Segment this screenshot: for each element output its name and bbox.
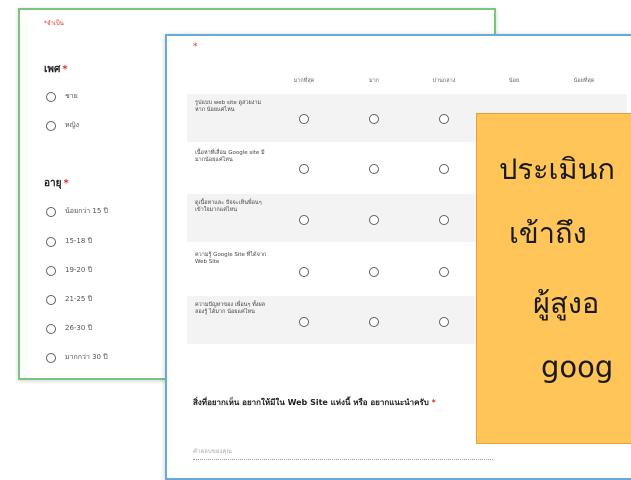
rating-radio[interactable]: [369, 114, 379, 124]
age-option-4[interactable]: 21-25 ปี: [46, 294, 92, 305]
age-option-6[interactable]: มากกว่า 30 ปี: [46, 352, 108, 363]
rating-radio[interactable]: [439, 267, 449, 277]
rating-radio[interactable]: [299, 164, 309, 174]
grid-row-label: เนื้อหาที่เสื่อม Google site มี มากน้อยแ…: [195, 150, 265, 163]
radio-icon[interactable]: [46, 265, 56, 276]
column-header: ปานกลาง: [432, 78, 456, 84]
rating-radio[interactable]: [439, 164, 449, 174]
radio-icon[interactable]: [46, 294, 56, 305]
rating-radio[interactable]: [299, 267, 309, 277]
age-label: อายุ *: [44, 178, 69, 189]
overlay-line-2: เข้าถึง: [509, 216, 587, 250]
rating-radio[interactable]: [369, 267, 379, 277]
age-option-2[interactable]: 15-18 ปี: [46, 236, 92, 247]
gender-option-male[interactable]: ชาย: [46, 91, 78, 102]
grid-row-label: ดูเนื้อหาและ ปัจจะเห็นพื่อนๆ เข้าใจมากแค…: [195, 200, 262, 213]
rating-radio[interactable]: [369, 317, 379, 327]
rating-radio[interactable]: [299, 114, 309, 124]
gender-option-female[interactable]: หญิง: [46, 120, 79, 131]
required-mark: *: [193, 42, 198, 52]
grid-row-label: ความปัญหาของ เพื่อนๆ ทั้งผลลองรู้ ได้มาก…: [195, 302, 266, 315]
rating-radio[interactable]: [299, 317, 309, 327]
title-overlay: ประเมินก เข้าถึง ผู้สูงอ goog: [476, 113, 631, 444]
gender-label: เพศ *: [44, 64, 68, 75]
radio-icon[interactable]: [46, 120, 56, 131]
column-header: มากที่สุด: [293, 78, 315, 84]
grid-row-label: ความรู้ Google Site ที่ได้จาก Web Site: [195, 252, 267, 265]
rating-radio[interactable]: [299, 215, 309, 225]
column-header: มาก: [368, 78, 380, 84]
column-header: น้อย: [508, 78, 520, 84]
radio-icon[interactable]: [46, 206, 56, 217]
rating-radio[interactable]: [369, 164, 379, 174]
overlay-line-4: goog: [541, 350, 614, 384]
suggestion-question: สิ่งที่อยากเห็น อยากให้มีใน Web Site แห่…: [193, 398, 436, 407]
overlay-line-3: ผู้สูงอ: [533, 286, 600, 320]
grid-row-label: รูปแบบ web site ดูสวยงามหาก น้อยแค่ไหน: [195, 100, 262, 113]
suggestion-answer-input[interactable]: คำตอบของคุณ: [193, 446, 493, 460]
rating-radio[interactable]: [369, 215, 379, 225]
radio-icon[interactable]: [46, 352, 56, 363]
radio-icon[interactable]: [46, 236, 56, 247]
column-header: น้อยที่สุด: [573, 78, 595, 84]
age-option-3[interactable]: 19-20 ปี: [46, 265, 92, 276]
radio-icon[interactable]: [46, 91, 56, 102]
rating-radio[interactable]: [439, 317, 449, 327]
overlay-line-1: ประเมินก: [499, 152, 615, 186]
radio-icon[interactable]: [46, 323, 56, 334]
required-note: *จำเป็น: [44, 20, 64, 27]
age-option-5[interactable]: 26-30 ปี: [46, 323, 92, 334]
rating-radio[interactable]: [439, 215, 449, 225]
rating-radio[interactable]: [439, 114, 449, 124]
age-option-1[interactable]: น้อยกว่า 15 ปี: [46, 206, 108, 217]
